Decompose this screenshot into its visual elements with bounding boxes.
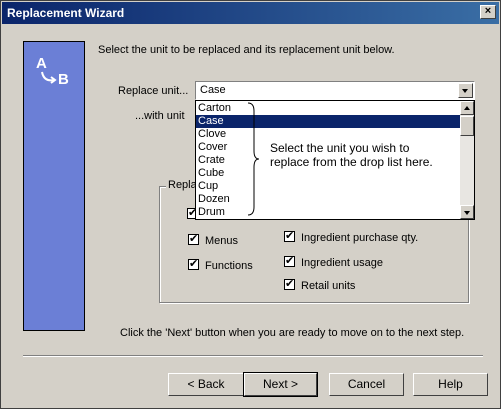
wizard-window: Replacement Wizard × A B Select the unit… <box>0 0 501 409</box>
title-bar[interactable]: Replacement Wizard × <box>2 2 499 24</box>
functions-checkbox[interactable] <box>188 257 199 271</box>
replace-logo-icon: A B <box>36 55 69 88</box>
window-title: Replacement Wizard <box>7 6 125 20</box>
scroll-up-arrow-icon[interactable] <box>460 101 474 115</box>
logo-letter-a: A <box>36 55 47 72</box>
back-button[interactable]: < Back <box>168 373 244 396</box>
with-unit-label: ...with unit <box>135 110 185 122</box>
replace-unit-label: Replace unit... <box>118 85 189 97</box>
replace-unit-combo[interactable]: Case <box>195 81 475 100</box>
retail-units-checkbox[interactable] <box>284 277 295 291</box>
ingredient-usage-checkbox[interactable] <box>284 254 295 268</box>
scroll-thumb[interactable] <box>460 116 474 136</box>
tooltip-text: Select the unit you wish to replace from… <box>270 141 433 169</box>
next-button[interactable]: Next > <box>243 372 318 397</box>
ingredient-purchase-label: Ingredient purchase qty. <box>301 232 419 244</box>
menus-checkbox[interactable] <box>188 232 199 246</box>
help-button[interactable]: Help <box>413 373 488 396</box>
combo-dropdown-arrow-icon[interactable] <box>458 83 473 98</box>
group-label: Repla <box>166 179 199 191</box>
scroll-down-arrow-icon[interactable] <box>460 205 474 219</box>
wizard-side-panel: A B <box>23 41 85 331</box>
button-separator <box>23 355 483 357</box>
functions-label: Functions <box>205 260 253 272</box>
ingredient-usage-label: Ingredient usage <box>301 257 383 269</box>
dropdown-scrollbar[interactable] <box>460 101 474 219</box>
ingredient-purchase-checkbox[interactable] <box>284 229 295 243</box>
footer-note: Click the 'Next' button when you are rea… <box>120 327 465 339</box>
instruction-text: Select the unit to be replaced and its r… <box>98 44 395 56</box>
retail-units-label: Retail units <box>301 280 356 292</box>
unit-dropdown-list[interactable]: Carton Case Clove Cover Crate Cube Cup D… <box>195 100 475 220</box>
logo-letter-b: B <box>58 71 69 88</box>
cancel-button[interactable]: Cancel <box>329 373 404 396</box>
replace-unit-value: Case <box>200 84 226 96</box>
close-button[interactable]: × <box>480 5 496 19</box>
menus-label: Menus <box>205 235 239 247</box>
